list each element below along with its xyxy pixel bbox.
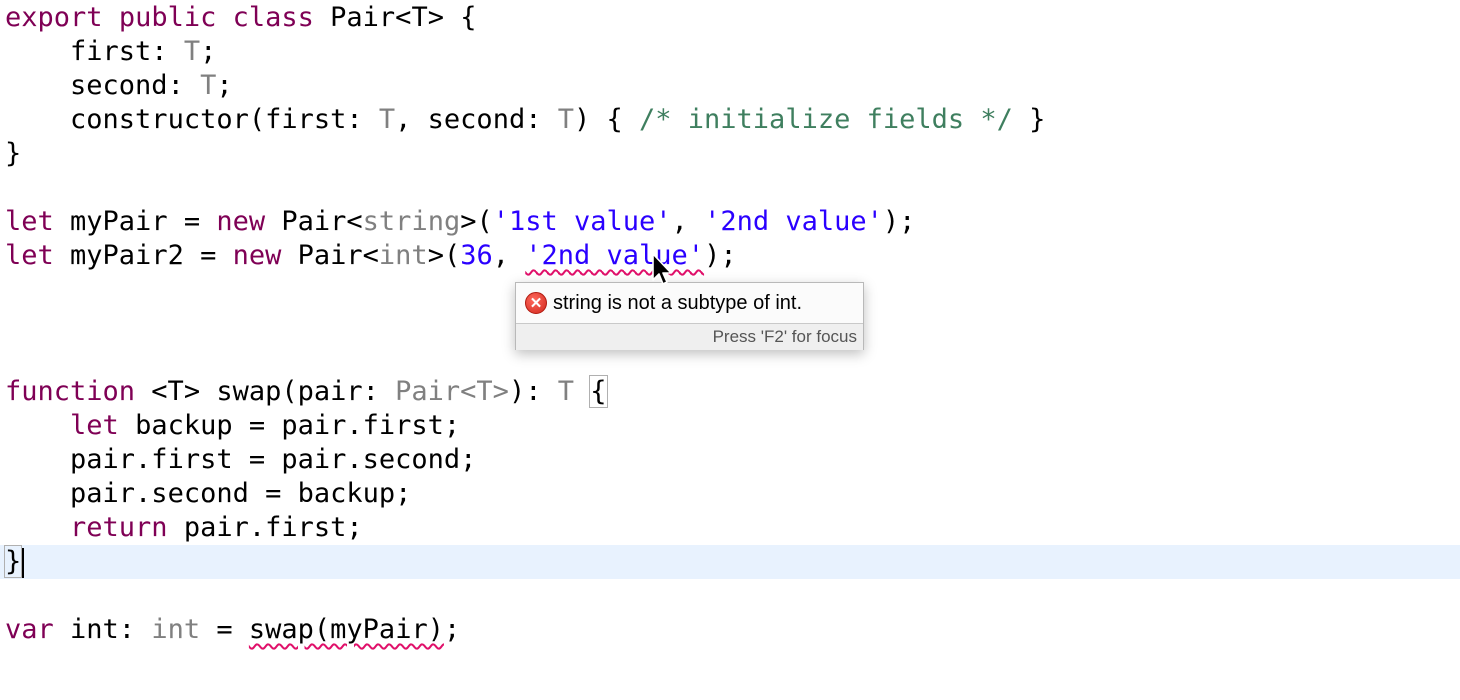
class-ref: Pair<: [265, 206, 363, 237]
code-line-let-backup[interactable]: let backup = pair.first;: [0, 409, 1460, 443]
error-call-expression[interactable]: swap(myPair): [249, 614, 444, 645]
keyword-new: new: [216, 206, 266, 237]
error-string-literal[interactable]: '2nd value': [525, 240, 704, 271]
tooltip-message-row: ✕ string is not a subtype of int.: [516, 283, 863, 324]
keyword-var: var: [5, 614, 54, 645]
type-param: T: [183, 36, 201, 67]
code-line-constructor[interactable]: constructor(first: T, second: T) { /* in…: [0, 103, 1460, 137]
class-name: Pair<T> {: [313, 2, 477, 33]
call-close: );: [882, 206, 916, 237]
type-param: T: [200, 70, 217, 101]
code-line-class-close[interactable]: }: [0, 137, 1460, 171]
code-comment: /* initialize fields */: [639, 104, 1013, 135]
error-hover-tooltip[interactable]: ✕ string is not a subtype of int. Press …: [515, 282, 864, 350]
field-name: second:: [70, 70, 201, 101]
semicolon: ;: [200, 36, 217, 67]
code-line-assign-second[interactable]: pair.second = backup;: [0, 477, 1460, 511]
tooltip-focus-hint: Press 'F2' for focus: [516, 324, 863, 350]
function-signature: <T> swap(pair:: [135, 376, 396, 407]
code-line-function-close[interactable]: }: [0, 545, 1460, 579]
code-line-var-int[interactable]: var int: int = swap(myPair);: [0, 613, 1460, 647]
param-type: Pair<T>: [395, 376, 509, 407]
return-sep: ):: [508, 376, 558, 407]
string-literal: '2nd value': [704, 206, 883, 237]
closing-brace: }: [5, 138, 22, 169]
call-open: >(: [460, 206, 493, 237]
tooltip-message: string is not a subtype of int.: [553, 291, 803, 314]
keyword-function: function: [5, 376, 136, 407]
constructor-head: constructor(first:: [70, 104, 379, 135]
class-ref: Pair<: [281, 240, 379, 271]
type-param: T: [557, 104, 574, 135]
keyword-new: new: [232, 240, 282, 271]
keyword-export: export: [5, 2, 103, 33]
comma: ,: [492, 240, 526, 271]
code-line-let-mypair2[interactable]: let myPair2 = new Pair<int>(36, '2nd val…: [0, 239, 1460, 273]
return-type: T: [557, 376, 574, 407]
comma: ,: [671, 206, 705, 237]
var-decl: myPair2 =: [53, 240, 233, 271]
code-line-field-second[interactable]: second: T;: [0, 69, 1460, 103]
semicolon: ;: [443, 614, 461, 645]
keyword-return: return: [70, 512, 168, 543]
constructor-close: }: [1012, 104, 1046, 135]
statement: pair.first = pair.second;: [70, 444, 477, 475]
code-editor[interactable]: export public class Pair<T> { first: T; …: [0, 0, 1460, 700]
matched-open-brace: {: [589, 375, 608, 408]
type-arg: string: [362, 206, 461, 237]
statement: pair.second = backup;: [70, 478, 412, 509]
code-line-class-decl[interactable]: export public class Pair<T> {: [0, 1, 1460, 35]
assign-op: =: [200, 614, 249, 645]
code-line-let-mypair[interactable]: let myPair = new Pair<string>('1st value…: [0, 205, 1460, 239]
type-arg: int: [378, 240, 428, 271]
code-line-assign-first[interactable]: pair.first = pair.second;: [0, 443, 1460, 477]
keyword-let: let: [5, 206, 54, 237]
var-decl: myPair =: [53, 206, 217, 237]
number-literal: 36: [460, 240, 493, 271]
field-name: first:: [70, 36, 184, 67]
type-annotation: int: [151, 614, 201, 645]
code-line-field-first[interactable]: first: T;: [0, 35, 1460, 69]
call-close: );: [704, 240, 737, 271]
keyword-class: class: [232, 2, 314, 33]
keyword-let: let: [5, 240, 54, 271]
mouse-pointer-icon: [652, 253, 672, 285]
string-literal: '1st value': [492, 206, 672, 237]
param-separator: , second:: [395, 104, 558, 135]
semicolon: ;: [216, 70, 233, 101]
var-decl: int:: [53, 614, 152, 645]
statement: pair.first;: [167, 512, 363, 543]
error-icon: ✕: [525, 292, 547, 314]
statement: backup = pair.first;: [118, 410, 461, 441]
type-param: T: [378, 104, 396, 135]
keyword-let: let: [70, 410, 119, 441]
keyword-public: public: [118, 2, 217, 33]
matched-close-brace: }: [3, 545, 23, 578]
code-line-return[interactable]: return pair.first;: [0, 511, 1460, 545]
text-caret: [22, 547, 25, 578]
constructor-open: ) {: [573, 104, 640, 135]
call-open: >(: [427, 240, 461, 271]
code-line-function-swap[interactable]: function <T> swap(pair: Pair<T>): T {: [0, 375, 1460, 409]
